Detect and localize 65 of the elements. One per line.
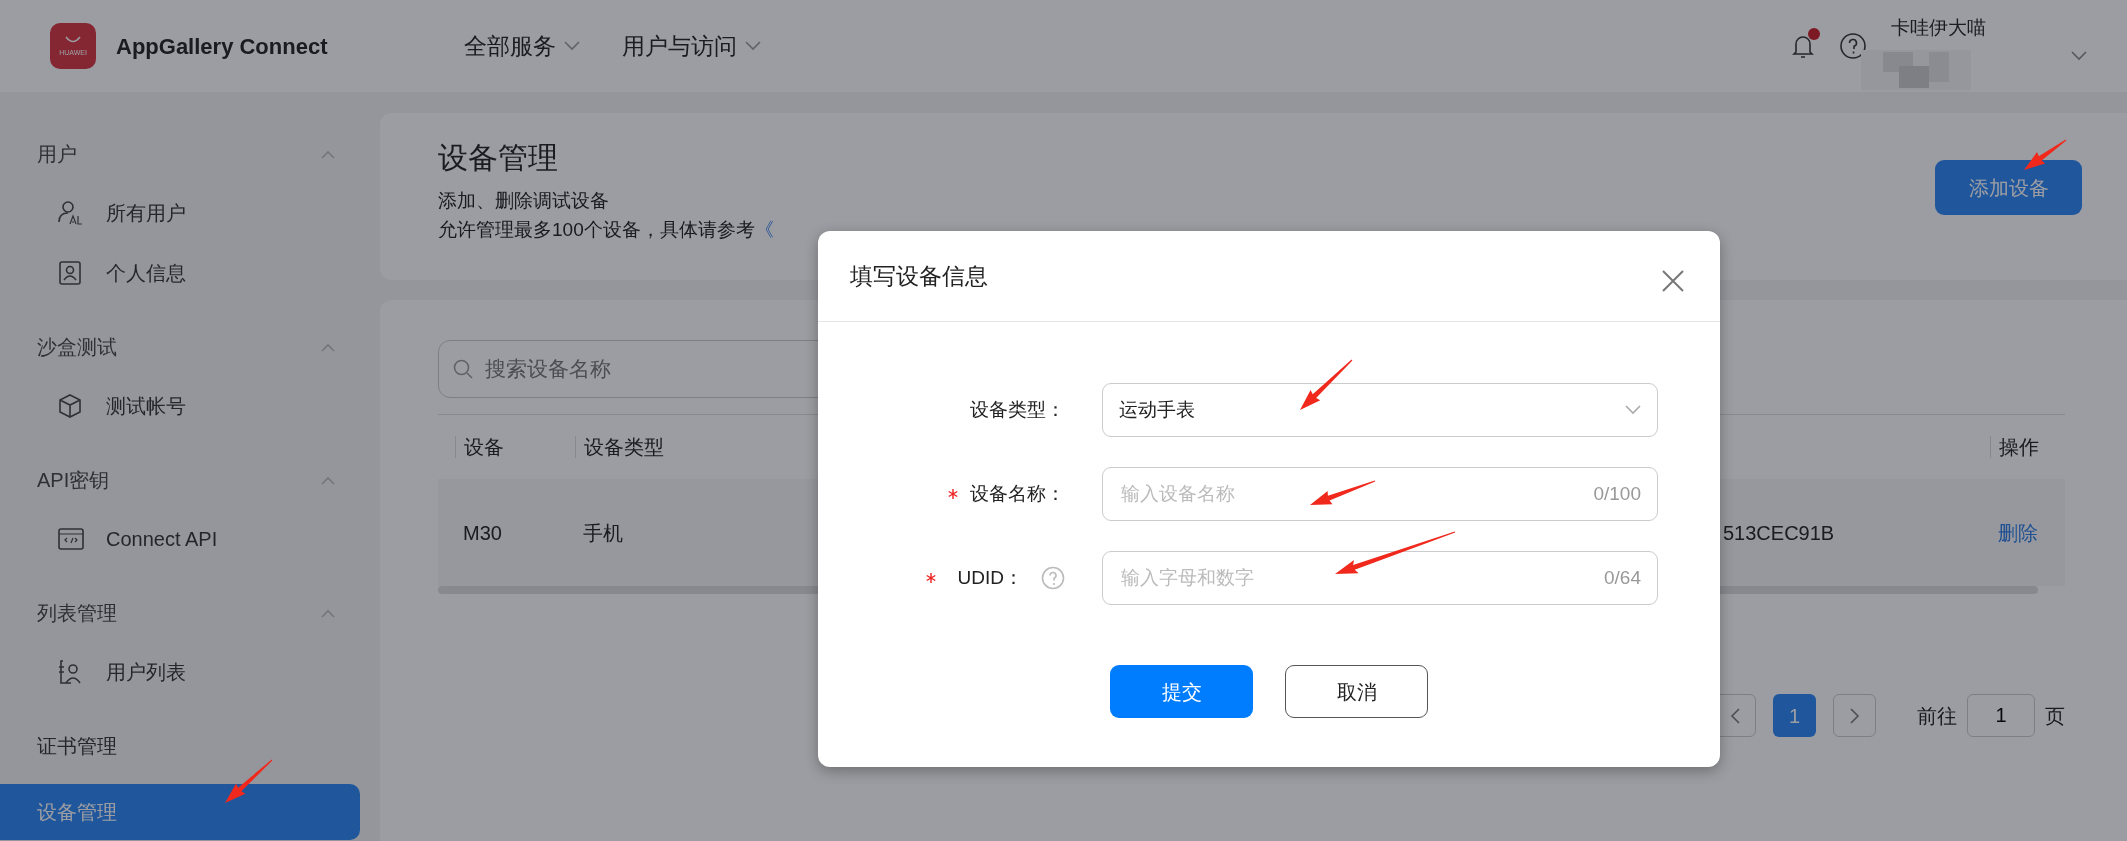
- dialog-title: 填写设备信息: [850, 261, 988, 291]
- sidebar-item[interactable]: 个人信息: [0, 243, 360, 303]
- page-input[interactable]: 1: [1967, 694, 2035, 737]
- chevron-up-icon[interactable]: [321, 149, 335, 159]
- text-field[interactable]: 输入字母和数字 0/64: [1102, 551, 1658, 605]
- table-cell-text: 513CEC91B: [1722, 520, 1836, 546]
- field-label: 设备名称：: [970, 481, 1065, 506]
- guide-link[interactable]: 《: [754, 219, 774, 240]
- chevron-down-icon: [1625, 405, 1641, 415]
- text-field[interactable]: 输入设备名称 0/100: [1102, 467, 1658, 521]
- field-label: 设备类型：: [970, 397, 1065, 422]
- submit-button[interactable]: 提交: [1110, 665, 1253, 718]
- page-note: 允许管理最多100个设备，具体请参考《: [438, 218, 774, 242]
- page-suffix: 页: [2045, 703, 2065, 729]
- chevron-down-icon: [564, 41, 580, 51]
- column-header: 设备: [455, 436, 575, 458]
- nav-menu[interactable]: 全部服务: [464, 28, 580, 64]
- nav-menu[interactable]: 用户与访问: [622, 28, 761, 64]
- sidebar-item[interactable]: 测试帐号: [0, 376, 360, 436]
- code-window-icon: [58, 526, 84, 552]
- select-field[interactable]: 运动手表: [1102, 383, 1658, 437]
- profile-icon: [58, 260, 84, 286]
- sidebar-item[interactable]: 所有用户: [0, 183, 360, 243]
- app-title: AppGallery Connect: [116, 32, 329, 61]
- sidebar-group-title: 沙盒测试: [37, 335, 117, 360]
- next-page-button[interactable]: [1833, 694, 1876, 737]
- field-label: UDID：: [957, 565, 1023, 590]
- chevron-right-icon: [1849, 707, 1860, 724]
- search-field[interactable]: 搜索设备名称: [483, 352, 963, 386]
- close-button[interactable]: [1662, 270, 1684, 292]
- page-title: 设备管理: [438, 140, 559, 176]
- sidebar-item[interactable]: 用户列表: [0, 642, 360, 702]
- char-counter: 0/100: [1593, 481, 1641, 506]
- cancel-button[interactable]: 取消: [1285, 665, 1428, 718]
- cube-icon: [58, 393, 84, 419]
- input-field[interactable]: 输入设备名称: [1119, 478, 1594, 510]
- input-field[interactable]: 输入字母和数字: [1119, 562, 1604, 594]
- user-name: 卡哇伊大喵: [1891, 15, 1987, 40]
- sidebar-group-title: API密钥: [37, 468, 110, 493]
- sidebar-item[interactable]: Connect API: [0, 509, 360, 569]
- page-description: 添加、删除调试设备: [438, 189, 610, 213]
- page-number[interactable]: 1: [1773, 694, 1816, 737]
- chevron-down-icon: [745, 41, 761, 51]
- sidebar-item[interactable]: 设备管理: [0, 784, 360, 840]
- char-counter: 0/64: [1604, 565, 1641, 590]
- delete-link[interactable]: 删除: [1998, 521, 2038, 544]
- search-icon: [453, 359, 473, 379]
- user-list-icon: [58, 659, 84, 685]
- add-device-button[interactable]: 添加设备: [1935, 160, 2082, 215]
- chevron-up-icon[interactable]: [321, 342, 335, 352]
- user-icon: [58, 200, 84, 226]
- chevron-up-icon[interactable]: [321, 608, 335, 618]
- chevron-left-icon: [1729, 707, 1740, 724]
- table-cell-text: 手机: [582, 520, 624, 546]
- help-icon[interactable]: [1839, 32, 1867, 60]
- sidebar-group-title: 用户: [37, 142, 77, 167]
- bag-handle-icon: [64, 36, 82, 45]
- bell-icon[interactable]: [1791, 33, 1815, 59]
- goto-label: 前往: [1917, 703, 1957, 729]
- table-cell-text: M30: [462, 520, 503, 546]
- sidebar-group-title: 列表管理: [37, 601, 117, 626]
- close-icon: [1662, 270, 1684, 292]
- chevron-up-icon[interactable]: [321, 475, 335, 485]
- column-header: 操作: [1990, 436, 2065, 458]
- chevron-down-icon: [2071, 51, 2087, 61]
